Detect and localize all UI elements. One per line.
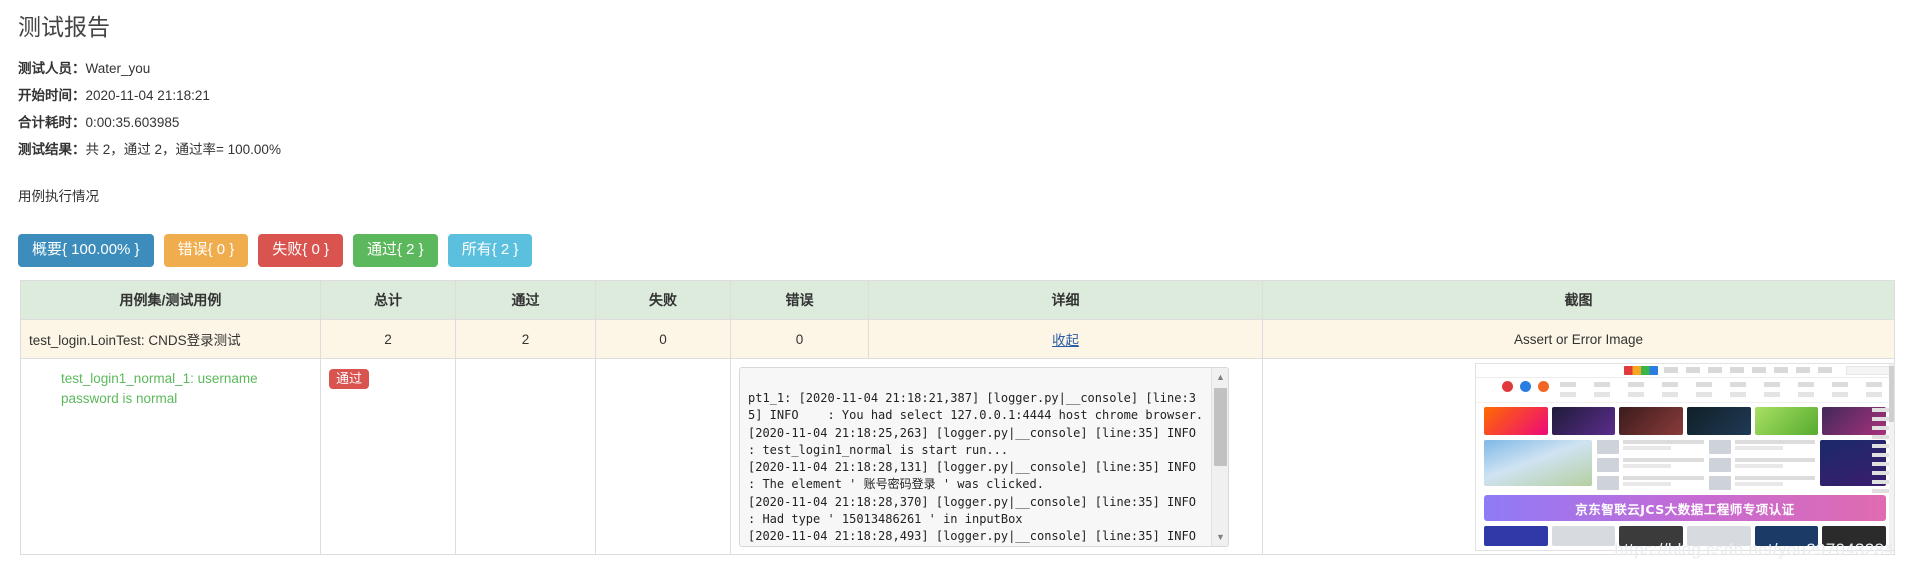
- screenshot-thumbnail[interactable]: 京东智联云JCS大数据工程师专项认证: [1475, 363, 1895, 551]
- status-badge: 通过: [329, 369, 370, 390]
- meta-result-value: 共 2，通过 2，通过率= 100.00%: [85, 141, 281, 157]
- csdn-logo-icon: [1624, 366, 1658, 375]
- report-header: 测试报告 测试人员：Water_you 开始时间：2020-11-04 21:1…: [0, 0, 1914, 205]
- table-row-suite: test_login.LoinTest: CNDS登录测试 2 2 0 0 收起…: [20, 319, 1895, 359]
- case-screenshot-cell: 京东智联云JCS大数据工程师专项认证: [1262, 358, 1895, 555]
- col-header-detail: 详细: [868, 280, 1263, 320]
- case-log-cell: pt1_1: [2020-11-04 21:18:21,387] [logger…: [730, 358, 1263, 555]
- scroll-down-arrow-icon[interactable]: ▼: [1212, 529, 1228, 545]
- meta-start-value: 2020-11-04 21:18:21: [85, 87, 210, 103]
- suite-passed-cell: 2: [455, 319, 596, 359]
- filter-summary-button[interactable]: 概要{ 100.00% }: [18, 234, 154, 267]
- col-header-screenshot: 截图: [1262, 280, 1895, 320]
- thumb-category-labels-bottom: [1560, 392, 1882, 397]
- thumb-category-row: [1476, 378, 1894, 403]
- col-header-casename: 用例集/测试用例: [20, 280, 321, 320]
- report-meta: 测试人员：Water_you 开始时间：2020-11-04 21:18:21 …: [18, 55, 1914, 163]
- case-failed-cell: [595, 358, 731, 555]
- scroll-up-arrow-icon[interactable]: ▲: [1212, 369, 1228, 385]
- scrollbar-thumb[interactable]: [1214, 388, 1227, 466]
- thumb-banner: 京东智联云JCS大数据工程师专项认证: [1484, 495, 1886, 521]
- thumb-footer-cards: [1476, 521, 1894, 546]
- suite-errors-cell: 0: [730, 319, 869, 359]
- thumb-circle-icon-3: [1538, 381, 1549, 392]
- filter-error-button[interactable]: 错误{ 0 }: [163, 234, 249, 267]
- meta-duration-row: 合计耗时：0:00:35.603985: [18, 109, 1914, 136]
- detail-toggle-link[interactable]: 收起: [1052, 333, 1079, 348]
- thumb-topbar: [1476, 364, 1894, 378]
- thumb-category-labels-top: [1560, 382, 1882, 387]
- col-header-errors: 错误: [730, 280, 869, 320]
- thumb-page-scrollbar: [1889, 364, 1894, 550]
- thumb-hero-image: [1484, 440, 1592, 486]
- thumb-nav-items: [1664, 367, 1832, 373]
- thumb-promo-tiles: [1476, 403, 1894, 435]
- thumb-article-list: [1597, 440, 1704, 490]
- thumb-search-input: [1846, 366, 1894, 375]
- suite-failed-cell: 0: [595, 319, 731, 359]
- section-subtitle: 用例执行情况: [18, 188, 99, 204]
- col-header-passed: 通过: [455, 280, 596, 320]
- filter-all-button[interactable]: 所有{ 2 }: [447, 234, 533, 267]
- thumb-circle-icon-2: [1520, 381, 1531, 392]
- meta-tester-row: 测试人员：Water_you: [18, 55, 1914, 82]
- thumb-article-list-2: [1708, 440, 1815, 490]
- meta-duration-value: 0:00:35.603985: [85, 114, 180, 130]
- meta-result-label: 测试结果：: [18, 141, 86, 157]
- meta-result-row: 测试结果：共 2，通过 2，通过率= 100.00%: [18, 136, 1914, 163]
- meta-tester-label: 测试人员：: [18, 60, 86, 76]
- table-row-case: test_login1_normal_1: username password …: [20, 358, 1895, 555]
- thumb-circle-icon-1: [1502, 381, 1513, 392]
- filter-fail-button[interactable]: 失败{ 0 }: [258, 234, 343, 267]
- test-report-page: 测试报告 测试人员：Water_you 开始时间：2020-11-04 21:1…: [0, 0, 1914, 572]
- suite-total-cell: 2: [320, 319, 456, 359]
- case-status-cell: 通过: [320, 358, 456, 555]
- results-table: 用例集/测试用例 总计 通过 失败 错误 详细 截图 test_login.Lo…: [20, 280, 1895, 555]
- col-header-total: 总计: [320, 280, 456, 320]
- log-output-box[interactable]: pt1_1: [2020-11-04 21:18:21,387] [logger…: [739, 367, 1229, 547]
- suite-screenshot-cell: Assert or Error Image: [1262, 319, 1895, 359]
- meta-tester-value: Water_you: [85, 60, 151, 76]
- filter-button-bar: 概要{ 100.00% } 错误{ 0 } 失败{ 0 } 通过{ 2 } 所有…: [18, 234, 533, 267]
- log-scrollbar[interactable]: ▲ ▼: [1211, 368, 1228, 546]
- meta-duration-label: 合计耗时：: [18, 114, 86, 130]
- suite-name-cell: test_login.LoinTest: CNDS登录测试: [20, 319, 321, 359]
- col-header-failed: 失败: [595, 280, 731, 320]
- meta-start-row: 开始时间：2020-11-04 21:18:21: [18, 82, 1914, 109]
- thumb-article-area: [1476, 435, 1894, 490]
- table-header-row: 用例集/测试用例 总计 通过 失败 错误 详细 截图: [20, 280, 1895, 320]
- case-name-cell: test_login1_normal_1: username password …: [20, 358, 321, 555]
- log-output-text: pt1_1: [2020-11-04 21:18:21,387] [logger…: [748, 391, 1204, 544]
- case-passed-cell: [455, 358, 596, 555]
- meta-start-label: 开始时间：: [18, 87, 86, 103]
- results-table-wrapper: 用例集/测试用例 总计 通过 失败 错误 详细 截图 test_login.Lo…: [20, 280, 1895, 555]
- page-title: 测试报告: [18, 14, 110, 40]
- filter-pass-button[interactable]: 通过{ 2 }: [352, 234, 438, 267]
- suite-detail-cell: 收起: [868, 319, 1263, 359]
